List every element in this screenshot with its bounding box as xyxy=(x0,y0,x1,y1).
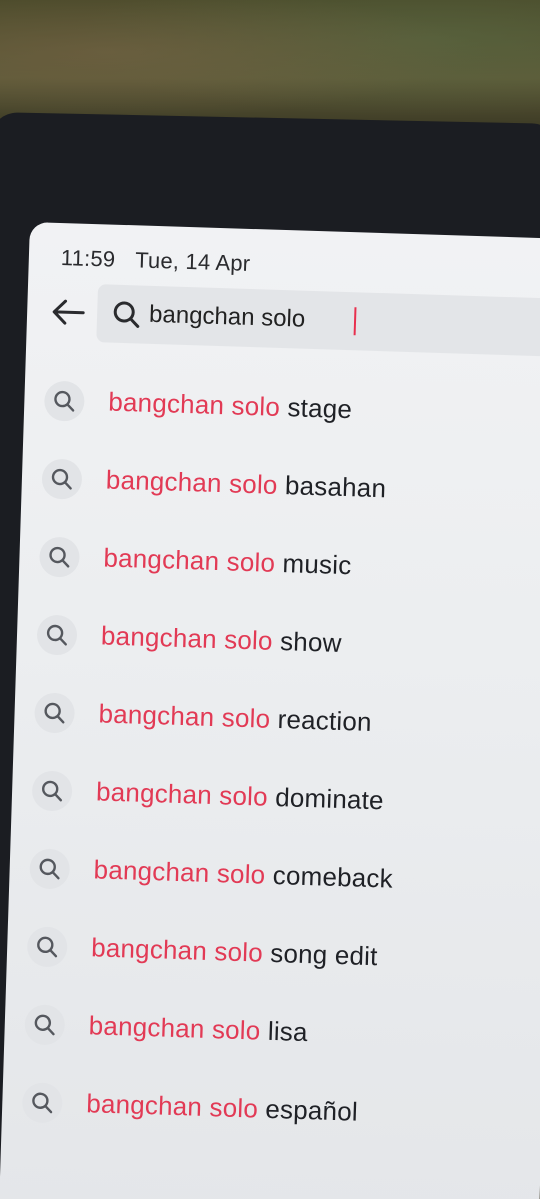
suggestion-completion: music xyxy=(274,547,352,581)
suggestion-completion: song edit xyxy=(262,937,379,972)
search-header xyxy=(26,284,540,373)
suggestion-text: bangchan solo show xyxy=(100,620,343,659)
suggestion-list: bangchan solo stage bangchan solo basahan… xyxy=(1,362,540,1159)
suggestion-text: bangchan solo lisa xyxy=(88,1010,308,1048)
status-bar: 11:59 Tue, 14 Apr xyxy=(60,245,264,277)
suggestion-match: bangchan solo xyxy=(100,620,274,656)
suggestion-text: bangchan solo stage xyxy=(108,387,353,426)
suggestion-match: bangchan solo xyxy=(105,464,279,500)
suggestion-completion: lisa xyxy=(259,1015,309,1048)
search-icon xyxy=(41,458,83,500)
suggestion-completion: show xyxy=(272,625,343,658)
suggestion-completion: español xyxy=(257,1093,359,1127)
search-input[interactable] xyxy=(148,299,530,342)
suggestion-completion: basahan xyxy=(277,469,387,504)
search-icon xyxy=(21,1082,63,1124)
suggestion-completion: reaction xyxy=(269,703,373,737)
suggestion-completion: comeback xyxy=(264,859,394,894)
suggestion-match: bangchan solo xyxy=(90,932,264,968)
suggestion-match: bangchan solo xyxy=(95,776,269,812)
search-icon xyxy=(113,301,140,328)
back-button[interactable] xyxy=(49,293,88,332)
search-icon xyxy=(43,380,86,422)
search-box[interactable] xyxy=(96,284,540,358)
search-icon xyxy=(33,692,76,734)
search-icon xyxy=(26,926,68,968)
suggestion-completion: dominate xyxy=(267,781,385,816)
back-arrow-icon xyxy=(52,299,85,325)
search-icon xyxy=(31,770,73,812)
suggestion-completion: stage xyxy=(279,391,353,425)
suggestion-item[interactable]: bangchan solo español xyxy=(1,1064,540,1159)
background-photo xyxy=(0,0,540,130)
suggestion-match: bangchan solo xyxy=(98,698,271,734)
search-icon xyxy=(29,848,71,890)
suggestion-text: bangchan solo song edit xyxy=(91,932,378,972)
suggestion-text: bangchan solo comeback xyxy=(93,854,393,894)
suggestion-text: bangchan solo music xyxy=(103,542,352,581)
suggestion-text: bangchan solo basahan xyxy=(105,465,386,505)
suggestion-match: bangchan solo xyxy=(93,854,266,890)
search-screen: 11:59 Tue, 14 Apr bangchan solo stageban… xyxy=(0,222,540,1199)
suggestion-match: bangchan solo xyxy=(85,1088,259,1124)
suggestion-text: bangchan solo reaction xyxy=(98,698,372,738)
suggestion-match: bangchan solo xyxy=(88,1010,261,1046)
suggestion-text: bangchan solo español xyxy=(86,1088,358,1128)
search-icon xyxy=(24,1004,66,1046)
search-icon xyxy=(38,536,81,578)
suggestion-match: bangchan solo xyxy=(107,386,281,422)
suggestion-text: bangchan solo dominate xyxy=(96,776,385,816)
search-icon xyxy=(36,614,78,656)
suggestion-match: bangchan solo xyxy=(103,542,276,578)
status-time: 11:59 xyxy=(60,244,116,272)
status-date: Tue, 14 Apr xyxy=(134,247,251,276)
